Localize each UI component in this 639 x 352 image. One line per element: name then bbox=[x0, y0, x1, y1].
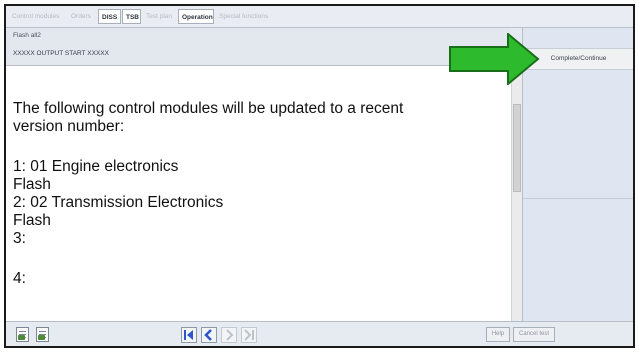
output-start-marker: XXXXX OUTPUT START XXXXX bbox=[13, 50, 109, 57]
previous-icon bbox=[204, 329, 212, 341]
panel-divider bbox=[523, 198, 633, 199]
green-arrow-icon bbox=[449, 33, 540, 85]
text-line: 3: bbox=[13, 230, 26, 247]
document-icon[interactable] bbox=[16, 327, 29, 342]
tab-control-modules[interactable]: Control modules bbox=[9, 9, 67, 24]
cancel-test-button[interactable]: Cancel test bbox=[513, 327, 555, 342]
tab-test-plan[interactable]: Test plan bbox=[143, 9, 177, 24]
bottom-toolbar: Help Cancel test bbox=[6, 321, 633, 346]
procedure-name: Flash all2 bbox=[13, 32, 41, 39]
tab-diss[interactable]: DISS bbox=[98, 9, 121, 24]
tab-special-functions[interactable]: Special functions bbox=[216, 9, 278, 24]
text-line: version number: bbox=[13, 118, 125, 135]
first-page-button[interactable] bbox=[181, 327, 197, 343]
text-line: 4: bbox=[13, 270, 26, 287]
text-line: 2: 02 Transmission Electronics bbox=[13, 194, 224, 211]
first-page-icon bbox=[184, 330, 193, 340]
tab-bar: Control modules Orders DISS TSB Test pla… bbox=[6, 6, 633, 28]
last-page-button bbox=[241, 327, 257, 343]
next-button bbox=[221, 327, 237, 343]
next-icon bbox=[226, 329, 234, 341]
text-line: 1: 01 Engine electronics bbox=[13, 158, 179, 175]
scrollbar-thumb[interactable] bbox=[513, 104, 521, 192]
output-text-area: The following control modules will be up… bbox=[6, 66, 511, 321]
vertical-scrollbar[interactable] bbox=[511, 66, 522, 321]
help-button[interactable]: Help bbox=[486, 327, 510, 342]
last-page-icon bbox=[244, 329, 254, 341]
document-icon[interactable] bbox=[36, 327, 49, 342]
status-badge bbox=[38, 335, 45, 340]
previous-button[interactable] bbox=[201, 327, 217, 343]
text-line: Flash bbox=[13, 212, 51, 229]
output-header: Flash all2 XXXXX OUTPUT START XXXXX bbox=[6, 28, 511, 66]
status-badge bbox=[18, 335, 25, 340]
tab-orders[interactable]: Orders bbox=[68, 9, 96, 24]
app-window: Control modules Orders DISS TSB Test pla… bbox=[4, 4, 635, 348]
tab-tsb[interactable]: TSB bbox=[122, 9, 141, 24]
text-line: Flash bbox=[13, 176, 51, 193]
text-line: The following control modules will be up… bbox=[13, 100, 404, 117]
tab-operation[interactable]: Operation bbox=[178, 9, 214, 24]
